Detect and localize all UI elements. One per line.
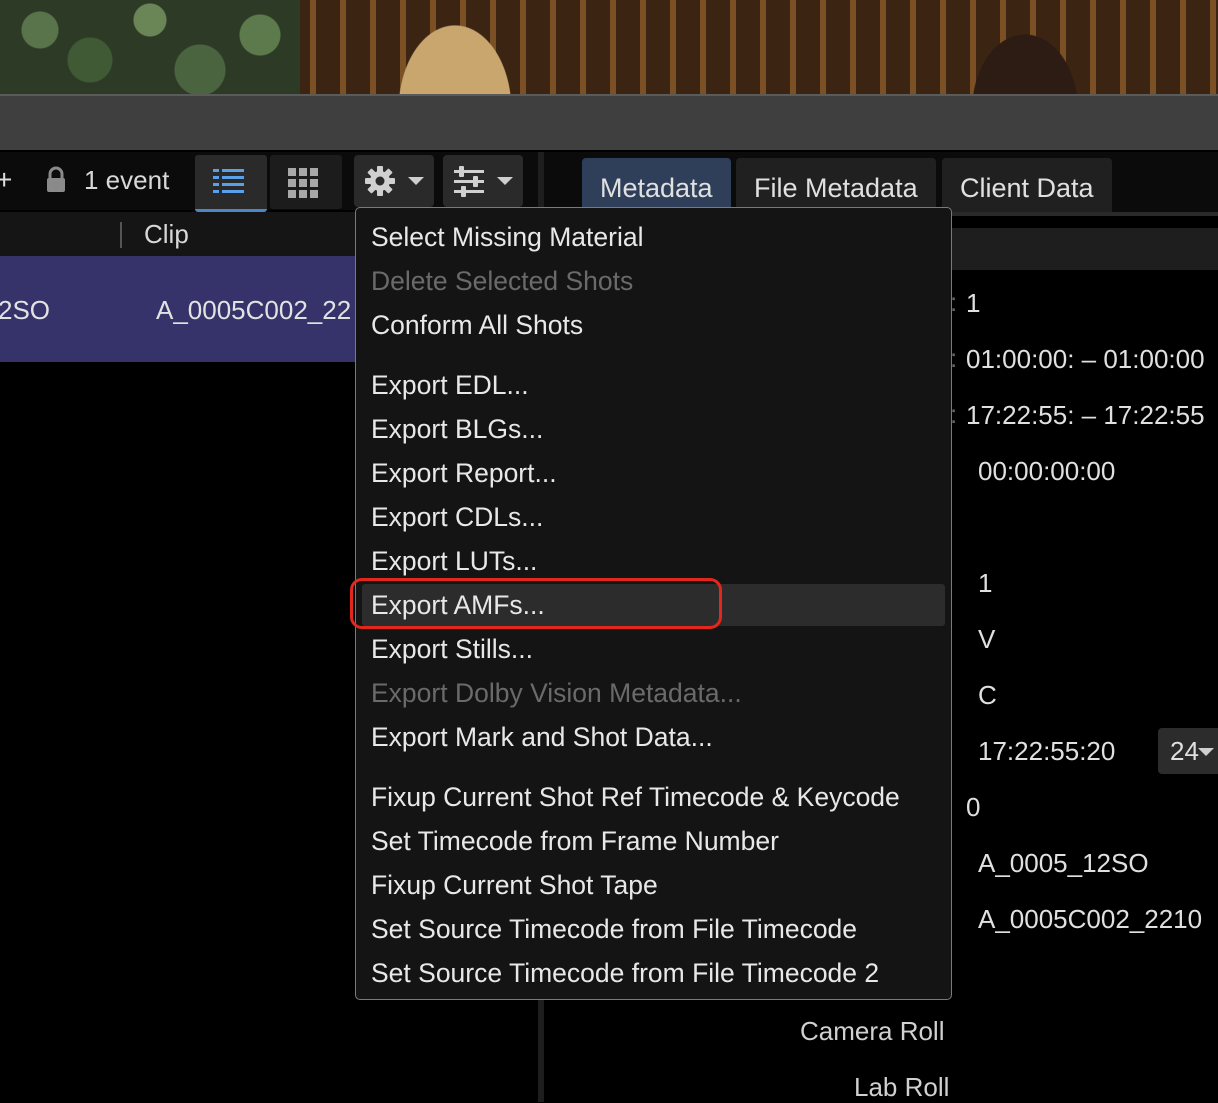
menu-item-export-edl[interactable]: Export EDL... <box>362 364 945 406</box>
menu-item-export-blgs[interactable]: Export BLGs... <box>362 408 945 450</box>
lock-icon[interactable] <box>42 166 70 194</box>
menu-item-select-missing-material[interactable]: Select Missing Material <box>362 216 945 258</box>
viewer-person-2 <box>955 0 1095 94</box>
field-value[interactable]: V <box>978 624 995 655</box>
list-view-icon <box>213 169 244 193</box>
field-value[interactable]: A_0005_12SO <box>978 848 1149 879</box>
viewer-foliage <box>0 0 300 94</box>
menu-item-set-source-timecode-from-file[interactable]: Set Source Timecode from File Timecode <box>362 908 945 950</box>
field-value[interactable]: 1 <box>978 568 992 599</box>
menu-item-fixup-current-shot-tape[interactable]: Fixup Current Shot Tape <box>362 864 945 906</box>
field-label-lab-roll: Lab Roll <box>854 1072 950 1102</box>
shot-name-cell: 2SO <box>0 295 51 325</box>
event-count: 1 event <box>84 165 170 195</box>
menu-item-conform-all-shots[interactable]: Conform All Shots <box>362 304 945 346</box>
viewer-person-1 <box>375 0 535 94</box>
plus-icon[interactable]: + <box>0 166 12 194</box>
menu-item-export-mark-and-shot-data[interactable]: Export Mark and Shot Data... <box>362 716 945 758</box>
gear-icon <box>365 166 395 196</box>
menu-item-set-timecode-from-frame-number[interactable]: Set Timecode from Frame Number <box>362 820 945 862</box>
fps-select[interactable]: 24 <box>1158 728 1218 774</box>
chevron-down-icon <box>497 177 513 185</box>
menu-item-fixup-ref-timecode-keycode[interactable]: Fixup Current Shot Ref Timecode & Keycod… <box>362 776 945 818</box>
grid-view-icon <box>288 168 318 198</box>
video-viewer <box>0 0 1218 94</box>
tab-file-metadata[interactable]: File Metadata <box>736 158 936 212</box>
field-value: 17:22:55: – 17:22:55 <box>966 400 1205 430</box>
menu-item-export-luts[interactable]: Export LUTs... <box>362 540 945 582</box>
menu-item-export-cdls[interactable]: Export CDLs... <box>362 496 945 538</box>
field-value[interactable]: 17:22:55:20 <box>978 736 1115 767</box>
field-value: 01:00:00: – 01:00:00 <box>966 344 1205 374</box>
filter-settings-button[interactable] <box>443 155 523 207</box>
sliders-icon <box>454 166 484 197</box>
field-value: 0 <box>966 792 981 822</box>
chevron-down-icon <box>1198 748 1214 756</box>
gear-menu-button[interactable] <box>354 155 434 207</box>
field-label-camera-roll: Camera Roll <box>800 1016 945 1046</box>
field-value: 1 <box>966 288 981 318</box>
chevron-down-icon <box>408 177 424 185</box>
menu-item-export-dolby-vision-metadata: Export Dolby Vision Metadata... <box>371 678 742 708</box>
fps-select-value: 24 <box>1170 736 1199 766</box>
tab-client-data[interactable]: Client Data <box>942 158 1112 212</box>
field-value[interactable]: C <box>978 680 997 711</box>
tab-metadata[interactable]: Metadata <box>582 158 731 212</box>
viewer-status-bar <box>0 94 1218 150</box>
field-value[interactable]: 00:00:00:00 <box>978 456 1115 487</box>
annotation-highlight <box>350 578 722 629</box>
list-view-button[interactable] <box>195 155 267 212</box>
menu-item-delete-selected-shots: Delete Selected Shots <box>371 266 634 296</box>
grid-view-button[interactable] <box>270 155 342 209</box>
menu-item-export-stills[interactable]: Export Stills... <box>362 628 945 670</box>
metadata-header <box>940 228 1218 270</box>
column-separator[interactable] <box>120 222 122 248</box>
menu-item-set-source-timecode-from-file-2[interactable]: Set Source Timecode from File Timecode 2 <box>362 952 945 994</box>
menu-item-export-report[interactable]: Export Report... <box>362 452 945 494</box>
shot-clip-cell: A_0005C002_22 <box>156 295 352 325</box>
column-header-clip[interactable]: Clip <box>144 219 189 250</box>
field-value[interactable]: A_0005C002_2210 <box>978 904 1202 935</box>
